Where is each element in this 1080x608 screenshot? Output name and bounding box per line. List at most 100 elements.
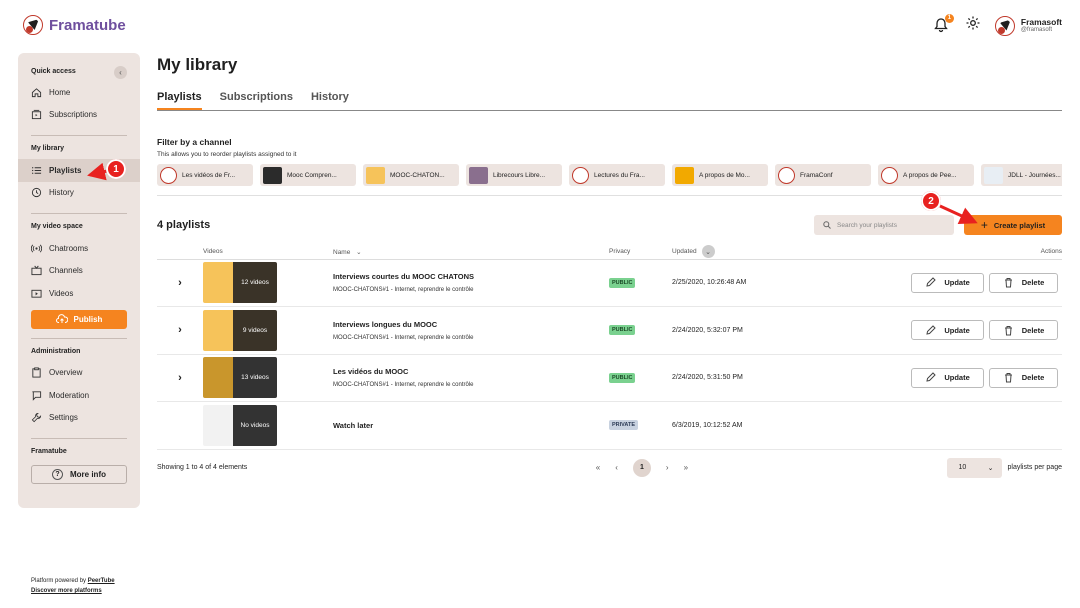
playlist-name-link[interactable]: Watch later	[333, 421, 609, 430]
collapse-sidebar-button[interactable]: ‹	[114, 65, 127, 79]
channel-avatar	[881, 166, 898, 184]
updated-date: 6/3/2019, 10:12:52 AM	[672, 401, 862, 450]
channel-filter-chip[interactable]: JDLL - Journées...	[981, 164, 1062, 186]
channel-filter-list: Les vidéos de Fr... Mooc Compren... MOOC-C…	[157, 164, 1062, 186]
brand-name: Framatube	[49, 16, 126, 34]
playlist-name-link[interactable]: Interviews courtes du MOOC CHATONS	[333, 272, 609, 281]
col-name[interactable]: Name ⌄	[333, 245, 609, 260]
framatube-logo-icon	[23, 15, 43, 35]
channel-filter-chip[interactable]: Les vidéos de Fr...	[157, 164, 253, 186]
expand-row-icon[interactable]: ›	[178, 277, 182, 289]
per-page-select[interactable]: 10 ⌄	[946, 457, 1002, 478]
platform-footer: Platform powered by PeerTube Discover mo…	[31, 578, 115, 595]
channel-filter-chip[interactable]: Librecours Libre...	[466, 164, 562, 186]
settings-gear-icon[interactable]	[965, 15, 981, 36]
table-row: › 12 videos Interviews courtes du MOOC C…	[157, 259, 1062, 307]
playlist-thumbnail[interactable]: 13 videos	[203, 357, 277, 399]
channel-avatar	[984, 166, 1003, 184]
plus-icon: +	[980, 218, 988, 232]
sidebar-item-channels[interactable]: Channels	[18, 260, 140, 283]
playlist-thumbnail[interactable]: 12 videos	[203, 262, 277, 304]
create-playlist-button[interactable]: + Create playlist	[964, 215, 1062, 235]
sidebar: Quick access ‹ Home Subscriptions My lib…	[18, 53, 140, 508]
sidebar-item-history[interactable]: History	[18, 182, 140, 205]
per-page-label: playlists per page	[1007, 464, 1062, 471]
delete-button[interactable]: Delete	[989, 272, 1058, 293]
trash-icon	[1004, 278, 1012, 288]
library-tabs: Playlists Subscriptions History	[157, 91, 1062, 111]
playlist-name-link[interactable]: Les vidéos du MOOC	[333, 367, 609, 376]
channel-filter-chip[interactable]: MOOC-CHATON...	[363, 164, 459, 186]
more-info-button[interactable]: ? More info	[31, 465, 127, 484]
privacy-badge: PRIVATE	[609, 420, 639, 431]
peertube-link[interactable]: PeerTube	[88, 578, 115, 584]
channel-filter-chip[interactable]: Mooc Compren...	[260, 164, 356, 186]
channel-avatar	[675, 166, 694, 184]
sidebar-item-settings[interactable]: Settings	[18, 407, 140, 430]
col-updated[interactable]: Updated ⌄	[672, 245, 862, 260]
channel-filter-chip[interactable]: A propos de Mo...	[672, 164, 768, 186]
user-handle: @framasoft	[1020, 26, 1053, 33]
notifications-bell-icon[interactable]: 1	[933, 13, 954, 35]
channel-filter-chip[interactable]: Lectures du Fra...	[569, 164, 665, 186]
publish-button[interactable]: Publish	[31, 309, 127, 329]
expand-row-icon[interactable]: ›	[178, 324, 182, 336]
playlist-name-link[interactable]: Interviews longues du MOOC	[333, 320, 609, 329]
question-icon: ?	[52, 469, 63, 480]
sidebar-item-videos[interactable]: Videos	[18, 282, 140, 305]
channel-avatar	[778, 166, 795, 184]
subscriptions-icon	[31, 110, 42, 120]
broadcast-icon	[31, 244, 42, 253]
playlist-thumbnail[interactable]: 9 videos	[203, 309, 277, 351]
first-page-button[interactable]: «	[596, 463, 600, 472]
administration-title: Administration	[31, 347, 81, 355]
playlist-thumbnail[interactable]: No videos	[203, 404, 277, 446]
sidebar-item-subscriptions[interactable]: Subscriptions	[18, 104, 140, 127]
pagination-bar: Showing 1 to 4 of 4 elements « ‹ 1 › » 1…	[157, 457, 1062, 478]
flag-icon	[32, 391, 42, 401]
search-placeholder: Search your playlists	[837, 221, 897, 229]
tab-history[interactable]: History	[311, 91, 349, 110]
channel-avatar	[572, 166, 589, 184]
user-menu[interactable]: Framasoft @framasoft	[994, 15, 1062, 36]
search-input[interactable]: Search your playlists	[814, 215, 954, 235]
page-title: My library	[157, 55, 238, 74]
sidebar-item-chatrooms[interactable]: Chatrooms	[18, 237, 140, 260]
sidebar-item-moderation[interactable]: Moderation	[18, 384, 140, 407]
tv-icon	[31, 265, 42, 276]
current-page-button[interactable]: 1	[632, 458, 651, 477]
videos-icon	[31, 289, 42, 298]
sidebar-item-playlists[interactable]: Playlists	[18, 159, 140, 182]
channel-filter-chip[interactable]: A propos de Pee...	[878, 164, 974, 186]
channel-avatar	[263, 166, 282, 184]
channel-avatar	[469, 166, 488, 184]
sidebar-item-overview[interactable]: Overview	[18, 362, 140, 385]
tab-subscriptions[interactable]: Subscriptions	[220, 91, 293, 110]
tab-playlists[interactable]: Playlists	[157, 91, 202, 110]
brand-link[interactable]: Framatube	[23, 15, 126, 35]
prev-page-button[interactable]: ‹	[615, 463, 618, 472]
pencil-icon	[926, 325, 937, 335]
delete-button[interactable]: Delete	[989, 320, 1058, 341]
updated-date: 2/25/2020, 10:26:48 AM	[672, 259, 862, 307]
update-button[interactable]: Update	[911, 272, 985, 293]
channel-filter-chip[interactable]: FramaConf	[775, 164, 871, 186]
channel-avatar	[160, 166, 177, 184]
last-page-button[interactable]: »	[684, 463, 688, 472]
sidebar-item-home[interactable]: Home	[18, 81, 140, 104]
table-row: No videos Watch later PRIVATE 6/3/2019, …	[157, 401, 1062, 450]
pencil-icon	[926, 277, 937, 287]
playlist-count: 4 playlists	[157, 219, 211, 231]
playlist-owner: MOOC-CHATONS#1 - Internet, reprendre le …	[333, 382, 474, 389]
next-page-button[interactable]: ›	[666, 463, 669, 472]
pagination: « ‹ 1 › »	[596, 458, 688, 477]
update-button[interactable]: Update	[911, 367, 985, 388]
playlist-owner: MOOC-CHATONS#1 - Internet, reprendre le …	[333, 287, 474, 294]
col-actions: Actions	[862, 245, 1062, 260]
delete-button[interactable]: Delete	[989, 367, 1058, 388]
chevron-down-icon: ⌄	[356, 248, 362, 256]
sort-desc-icon[interactable]: ⌄	[701, 245, 715, 259]
update-button[interactable]: Update	[911, 320, 985, 341]
expand-row-icon[interactable]: ›	[178, 372, 182, 384]
discover-platforms-link[interactable]: Discover more platforms	[31, 588, 102, 594]
